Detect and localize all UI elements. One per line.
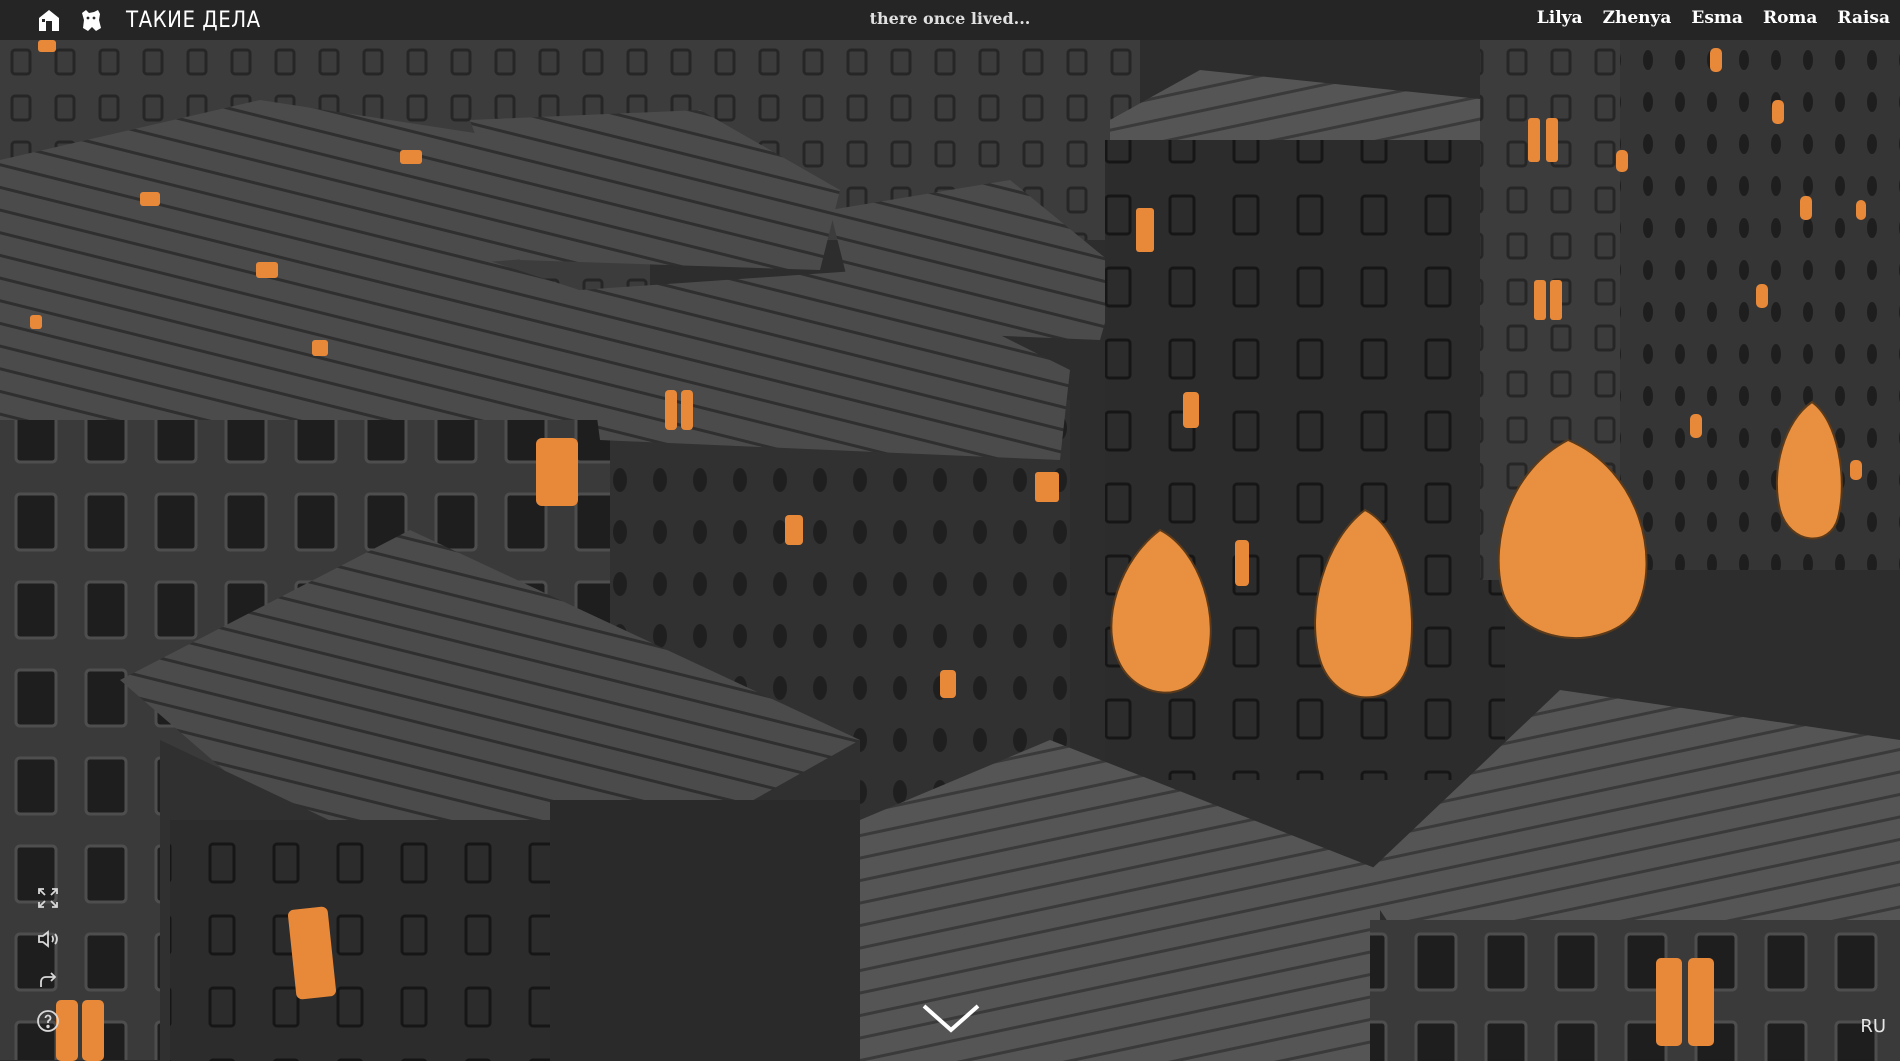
nav-link-lilya[interactable]: Lilya <box>1537 8 1583 28</box>
story-navigation: Lilya Zhenya Esma Roma Raisa <box>1537 8 1890 28</box>
share-icon[interactable] <box>36 968 60 992</box>
city-illustration <box>0 40 1900 1061</box>
nav-link-roma[interactable]: Roma <box>1763 8 1817 28</box>
chevron-down-icon[interactable] <box>920 1000 982 1036</box>
side-toolbar <box>36 886 62 1050</box>
nav-link-zhenya[interactable]: Zhenya <box>1603 8 1672 28</box>
top-bar: ТАКИЕ ДЕЛА there once lived... Lilya Zhe… <box>0 0 1900 40</box>
language-switch[interactable]: RU <box>1860 1016 1886 1037</box>
help-icon[interactable] <box>36 1009 60 1033</box>
nav-link-esma[interactable]: Esma <box>1691 8 1743 28</box>
nav-link-raisa[interactable]: Raisa <box>1837 8 1890 28</box>
fullscreen-icon[interactable] <box>36 886 60 910</box>
sound-icon[interactable] <box>36 927 60 951</box>
